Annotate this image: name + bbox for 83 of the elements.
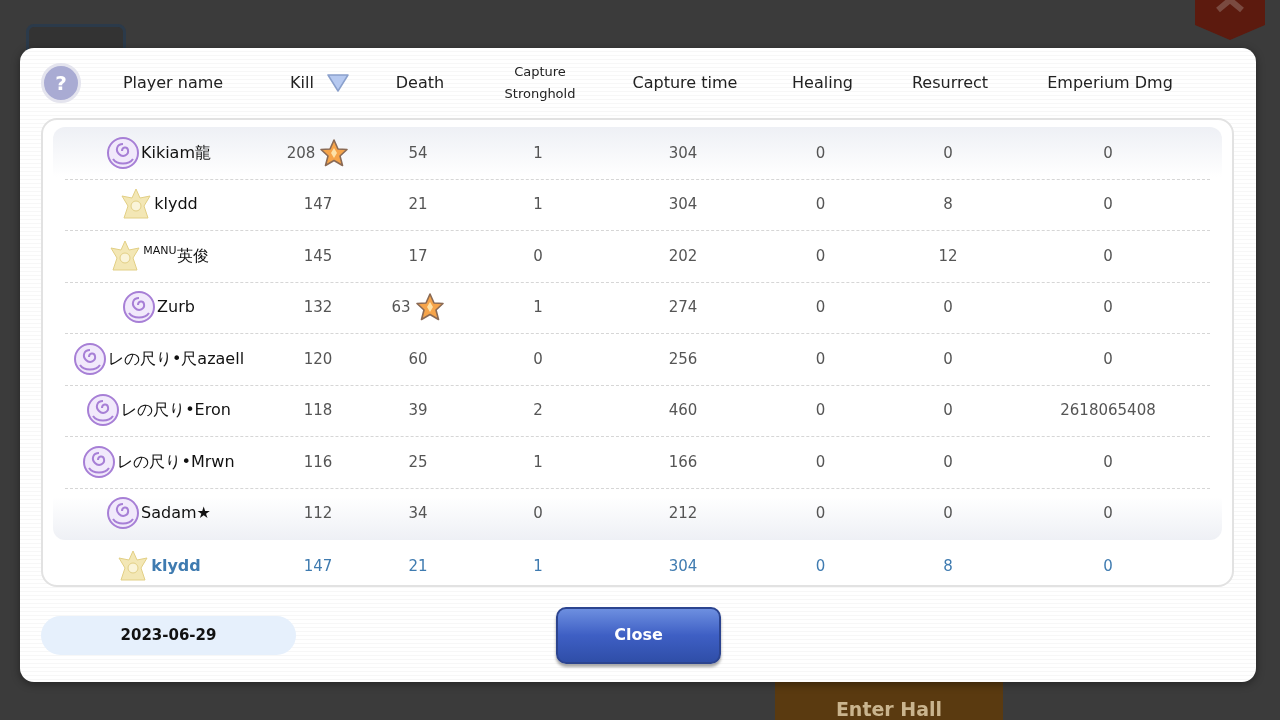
table-cell-text: 0 <box>815 503 826 524</box>
table-cell-text: 147 <box>303 194 333 215</box>
table-cell-text: 208 <box>286 142 316 164</box>
column-header: Emperium Dmg <box>1047 72 1173 94</box>
table-cell-text: 0 <box>943 400 953 421</box>
table-cell-text: 120 <box>303 348 333 370</box>
table-cell-text: 1 <box>533 142 543 164</box>
table-cell-text: 8 <box>943 194 953 215</box>
table-cell-text: 60 <box>408 348 428 370</box>
table-cell-text: 1 <box>533 451 543 473</box>
table-cell-text: 212 <box>668 503 698 524</box>
column-header: Capture Stronghold <box>503 63 577 103</box>
player-name: Zurb <box>157 296 195 319</box>
player-name: レの尺り•Mrwn <box>117 450 235 473</box>
table-cell-text: 0 <box>1103 142 1113 164</box>
table-cell-text: 304 <box>668 555 698 577</box>
table-cell-text: 0 <box>815 555 826 577</box>
player-name: klydd <box>154 193 198 216</box>
column-header: Resurrect <box>911 72 989 94</box>
enter-hall-button[interactable]: Enter Hall <box>775 682 1003 720</box>
player-name: Kikiam龍 <box>140 141 211 164</box>
table-cell-text: 0 <box>943 503 953 524</box>
table-cell-text: 8 <box>943 555 953 577</box>
table-cell-text: 145 <box>303 245 333 267</box>
table-cell-text: 0 <box>943 142 953 164</box>
player-name: $^{MANU}$英俊 <box>143 243 209 267</box>
table-cell-text: 63 <box>391 297 411 318</box>
table-cell-text: 147 <box>303 555 333 577</box>
table-cell-text: 112 <box>303 503 333 524</box>
table-cell-text: 0 <box>1103 245 1113 267</box>
table-cell-text: 0 <box>943 451 953 473</box>
table-cell-text: 202 <box>668 245 698 267</box>
table-cell-text: 21 <box>408 555 428 577</box>
player-name: klydd <box>151 554 201 577</box>
table-cell-text: 116 <box>303 451 333 473</box>
table-cell-text: 0 <box>1103 297 1113 318</box>
table-cell-text: 0 <box>1103 451 1113 473</box>
table-cell-text: 0 <box>1103 194 1113 215</box>
table-cell-text: 0 <box>943 297 953 318</box>
table-cell-text: 118 <box>303 400 333 421</box>
table-cell-text: 21 <box>408 194 428 215</box>
column-header: Capture time <box>632 72 738 94</box>
table-cell-text: 166 <box>668 451 698 473</box>
table-cell-text: 2618065408 <box>1060 400 1156 421</box>
column-header: Healing <box>792 72 853 94</box>
table-cell-text: 34 <box>408 503 428 524</box>
table-cell-text: 1 <box>533 555 543 577</box>
table-cell-text: 17 <box>408 245 428 267</box>
column-header: Death <box>395 72 445 94</box>
table-cell-text: 0 <box>533 503 543 524</box>
column-header: Player name <box>121 72 225 94</box>
table-cell-text: 0 <box>943 348 953 370</box>
table-cell-text: 54 <box>408 142 428 164</box>
player-name: レの尺り•Eron <box>121 399 231 422</box>
table-cell-text: 304 <box>668 194 698 215</box>
table-cell-text: 2 <box>533 400 543 421</box>
table-cell-text: 0 <box>815 142 826 164</box>
table-cell-text: 0 <box>815 194 826 215</box>
table-cell-text: 132 <box>303 297 333 318</box>
table-cell-text: 25 <box>408 451 428 473</box>
table-cell-text: 460 <box>668 400 698 421</box>
table-cell-text: 12 <box>938 245 958 267</box>
table-cell-text: 39 <box>408 400 428 421</box>
date-label: 2023-06-29 <box>41 615 296 655</box>
table-cell-text: 0 <box>815 451 826 473</box>
table-cell-text: 0 <box>1103 555 1113 577</box>
table-cell-text: 0 <box>815 348 826 370</box>
close-button[interactable]: Close <box>556 606 721 664</box>
table-cell-text: 0 <box>815 245 826 267</box>
table-cell-text: 0 <box>815 297 826 318</box>
table-cell-text: 0 <box>815 400 826 421</box>
table-cell-text: 0 <box>1103 348 1113 370</box>
player-name: レの尺り•尺azaell <box>107 347 245 370</box>
table-cell-text: 1 <box>533 297 543 318</box>
table-cell-text: 0 <box>1103 503 1113 524</box>
table-cell-text: 274 <box>668 297 698 318</box>
table-cell-text: 0 <box>533 348 543 370</box>
table-cell-text: 256 <box>668 348 698 370</box>
column-header: Kill <box>290 72 314 94</box>
table-cell-text: 1 <box>533 194 543 215</box>
table-cell-text: 0 <box>533 245 543 267</box>
player-name: Sadam★ <box>141 502 211 525</box>
table-cell-text: 304 <box>668 142 698 164</box>
